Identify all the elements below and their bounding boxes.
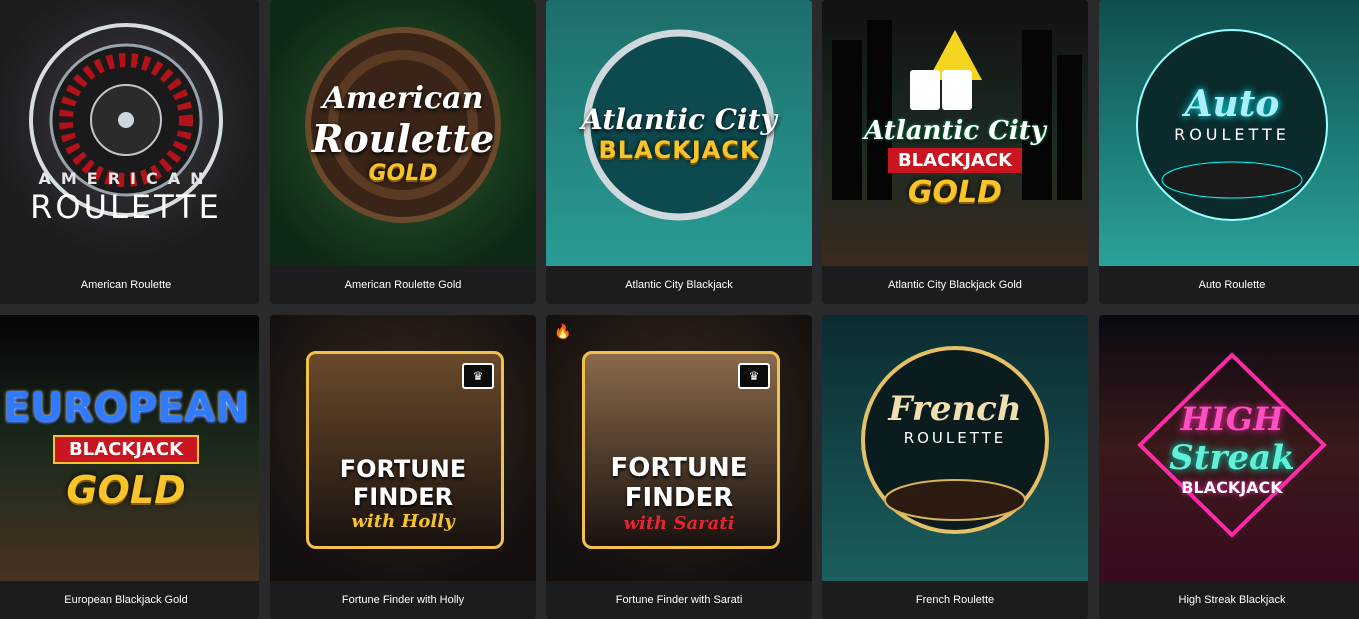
game-card-european-blackjack-gold[interactable]: EUROPEAN BLACKJACK GOLD European Blackja… [0,315,259,619]
game-thumbnail[interactable]: ♛ FORTUNE FINDER with Holly [270,315,536,581]
game-thumbnail[interactable]: Atlantic City BLACKJACK [546,0,812,266]
game-card-atlantic-city-blackjack-gold[interactable]: Atlantic City BLACKJACK GOLD Atlantic Ci… [822,0,1088,304]
art-line-1: EUROPEAN [3,384,249,431]
game-card-fortune-finder-with-sarati[interactable]: 🔥 ♛ FORTUNE FINDER with Sarati Fortune F… [546,315,812,619]
game-thumbnail[interactable]: American Roulette GOLD [270,0,536,266]
game-thumbnail[interactable]: HIGH Streak BLACKJACK [1099,315,1359,581]
art-line-1: HIGH [1180,399,1284,438]
art-line-1: French [888,389,1022,429]
game-card-french-roulette[interactable]: French ROULETTE French Roulette [822,315,1088,619]
game-title: Fortune Finder with Sarati [546,581,812,619]
art-line-2: ROULETTE [1174,124,1290,144]
art-line-3: GOLD [368,160,438,186]
art-line-2: ROULETTE [30,188,222,226]
game-title: American Roulette [0,266,259,304]
game-title: Auto Roulette [1099,266,1359,304]
art-line-1: Atlantic City [581,102,777,136]
game-thumbnail[interactable]: EUROPEAN BLACKJACK GOLD [0,315,259,581]
art-line-3: GOLD [907,175,1003,210]
art-line-3: with Holly [351,510,455,532]
game-thumbnail[interactable]: Atlantic City BLACKJACK GOLD [822,0,1088,266]
art-line-2: BLACKJACK [52,434,200,464]
art-line-1: Auto [1184,82,1280,125]
art-line-1: AMERICAN [38,169,214,188]
game-thumbnail[interactable]: Auto ROULETTE [1099,0,1359,266]
game-card-high-streak-blackjack[interactable]: HIGH Streak BLACKJACK High Streak Blackj… [1099,315,1359,619]
game-card-american-roulette[interactable]: AMERICAN ROULETTE American Roulette [0,0,259,304]
game-card-auto-roulette[interactable]: Auto ROULETTE Auto Roulette [1099,0,1359,304]
game-title: High Streak Blackjack [1099,581,1359,619]
game-thumbnail[interactable]: 🔥 ♛ FORTUNE FINDER with Sarati [546,315,812,581]
game-title: Atlantic City Blackjack [546,266,812,304]
art-line-2: Roulette [311,115,495,161]
game-title: American Roulette Gold [270,266,536,304]
game-card-american-roulette-gold[interactable]: American Roulette GOLD American Roulette… [270,0,536,304]
game-title: Atlantic City Blackjack Gold [822,266,1088,304]
art-line-1: FORTUNE [610,452,748,483]
art-line-1: FORTUNE [339,454,467,483]
art-line-3: BLACKJACK [1181,477,1283,497]
game-card-atlantic-city-blackjack[interactable]: Atlantic City BLACKJACK Atlantic City Bl… [546,0,812,304]
game-title: French Roulette [822,581,1088,619]
game-title: Fortune Finder with Holly [270,581,536,619]
game-card-fortune-finder-with-holly[interactable]: ♛ FORTUNE FINDER with Holly Fortune Find… [270,315,536,619]
art-line-3: GOLD [66,467,186,512]
art-line-2: ROULETTE [903,429,1007,447]
art-line-2: FINDER [624,482,734,513]
game-thumbnail[interactable]: French ROULETTE [822,315,1088,581]
art-line-2: FINDER [352,482,454,511]
art-line-2: BLACKJACK [887,148,1023,173]
art-line-3: with Sarati [623,512,735,534]
game-thumbnail[interactable]: AMERICAN ROULETTE [0,0,259,266]
art-line-1: American [322,80,484,116]
art-line-1: Atlantic City [864,116,1046,146]
art-line-2: Streak [1169,437,1295,478]
game-title: European Blackjack Gold [0,581,259,619]
art-line-2: BLACKJACK [598,135,760,164]
game-grid: AMERICAN ROULETTE American Roulette Amer… [0,0,1359,619]
